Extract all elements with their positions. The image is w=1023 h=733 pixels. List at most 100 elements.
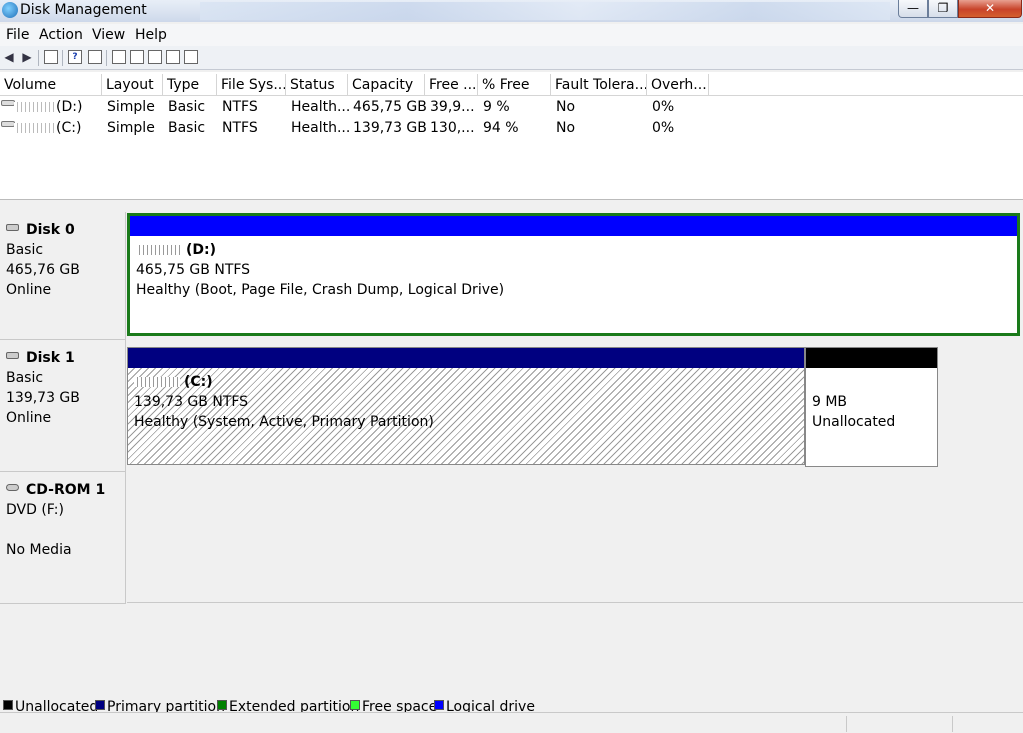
column-header-filesystem[interactable]: File Sys... bbox=[217, 74, 286, 96]
disk-management-icon bbox=[2, 2, 18, 18]
legend-swatch bbox=[3, 700, 13, 710]
rescan-disks-icon[interactable] bbox=[130, 50, 144, 64]
toolbar-separator bbox=[38, 50, 39, 66]
filesystem-cell: NTFS bbox=[222, 120, 258, 136]
legend-logical-drive: Logical drive bbox=[434, 698, 535, 712]
partition-name: (C:) bbox=[134, 372, 798, 392]
column-header-type[interactable]: Type bbox=[163, 74, 217, 96]
partition-details: 9 MB Unallocated bbox=[806, 368, 937, 466]
legend-extended-partition: Extended partition bbox=[217, 698, 359, 712]
partition-name: (D:) bbox=[136, 240, 1011, 260]
logical-drive-bar bbox=[130, 216, 1017, 236]
percent-free-cell: 9 % bbox=[483, 99, 510, 115]
menu-action[interactable]: Action bbox=[39, 27, 83, 43]
redacted-label bbox=[14, 102, 54, 112]
minimize-button[interactable]: — bbox=[898, 0, 928, 18]
partition-details: (D:) 465,75 GB NTFS Healthy (Boot, Page … bbox=[130, 236, 1017, 333]
menu-file[interactable]: File bbox=[6, 27, 29, 43]
divider bbox=[127, 602, 1023, 603]
column-header-volume[interactable]: Volume bbox=[0, 74, 102, 96]
overhead-cell: 0% bbox=[652, 99, 675, 115]
disk-type: Basic bbox=[6, 370, 44, 386]
status-cell: Health... bbox=[291, 99, 351, 115]
cdrom-media-status: No Media bbox=[6, 542, 72, 558]
column-header-free-space[interactable]: Free ... bbox=[425, 74, 478, 96]
legend-primary-partition: Primary partition bbox=[95, 698, 225, 712]
disk-icon bbox=[6, 352, 19, 359]
help-icon[interactable]: ? bbox=[68, 50, 82, 64]
properties-icon[interactable] bbox=[88, 50, 102, 64]
fault-tolerance-cell: No bbox=[556, 120, 576, 136]
status-bar-separator bbox=[846, 716, 847, 732]
close-button[interactable]: ✕ bbox=[958, 0, 1022, 18]
open-icon[interactable] bbox=[148, 50, 162, 64]
partition-c[interactable]: (C:) 139,73 GB NTFS Healthy (System, Act… bbox=[127, 347, 805, 465]
disk-graphical-view[interactable]: Disk 0 Basic 465,76 GB Online (D:) 465,7… bbox=[0, 204, 1023, 604]
legend-free-space: Free space bbox=[350, 698, 437, 712]
volume-row-c[interactable]: (C:) Simple Basic NTFS Health... 139,73 … bbox=[0, 118, 1023, 139]
volume-row-d[interactable]: (D:) Simple Basic NTFS Health... 465,75 … bbox=[0, 97, 1023, 118]
unallocated-space[interactable]: 9 MB Unallocated bbox=[805, 347, 938, 467]
search-icon[interactable] bbox=[166, 50, 180, 64]
menu-bar: File Action View Help bbox=[0, 24, 1023, 46]
settings-icon[interactable] bbox=[184, 50, 198, 64]
toolbar-separator bbox=[62, 50, 63, 66]
disk-1-label[interactable]: Disk 1 Basic 139,73 GB Online bbox=[0, 340, 126, 472]
toolbar: ◀ ▶ ? bbox=[0, 46, 1023, 70]
show-hide-console-tree-icon[interactable] bbox=[44, 50, 58, 64]
refresh-icon[interactable] bbox=[112, 50, 126, 64]
type-cell: Basic bbox=[168, 120, 206, 136]
legend: Unallocated Primary partition Extended p… bbox=[0, 698, 1023, 712]
disk-0-label[interactable]: Disk 0 Basic 465,76 GB Online bbox=[0, 212, 126, 340]
column-header-percent-free[interactable]: % Free bbox=[478, 74, 551, 96]
column-header-status[interactable]: Status bbox=[286, 74, 348, 96]
disk-size: 139,73 GB bbox=[6, 390, 80, 406]
layout-cell: Simple bbox=[107, 99, 155, 115]
disk-state: Online bbox=[6, 282, 52, 298]
back-arrow-icon[interactable]: ◀ bbox=[2, 50, 16, 64]
status-bar-separator bbox=[952, 716, 953, 732]
column-header-capacity[interactable]: Capacity bbox=[348, 74, 425, 96]
disk-icon bbox=[6, 224, 19, 231]
maximize-button[interactable]: ❐ bbox=[928, 0, 958, 18]
overhead-cell: 0% bbox=[652, 120, 675, 136]
free-space-cell: 130,... bbox=[430, 120, 475, 136]
column-header-overhead[interactable]: Overh... bbox=[647, 74, 709, 96]
partition-status: Healthy (System, Active, Primary Partiti… bbox=[134, 414, 434, 430]
redacted-label bbox=[136, 245, 182, 255]
legend-swatch bbox=[95, 700, 105, 710]
percent-free-cell: 94 % bbox=[483, 120, 519, 136]
cdrom-spacer bbox=[6, 520, 125, 540]
filesystem-cell: NTFS bbox=[222, 99, 258, 115]
forward-arrow-icon[interactable]: ▶ bbox=[20, 50, 34, 64]
free-space-cell: 39,9... bbox=[430, 99, 475, 115]
unallocated-size: 9 MB bbox=[812, 394, 848, 410]
disk-name: Disk 1 bbox=[6, 348, 125, 368]
disk-size: 465,76 GB bbox=[6, 262, 80, 278]
title-bar: Disk Management — ❐ ✕ bbox=[0, 0, 1023, 22]
partition-details: (C:) 139,73 GB NTFS Healthy (System, Act… bbox=[128, 368, 804, 464]
primary-partition-bar bbox=[128, 348, 804, 368]
fault-tolerance-cell: No bbox=[556, 99, 576, 115]
partition-size-fs: 465,75 GB NTFS bbox=[136, 262, 251, 278]
column-header-fault-tolerance[interactable]: Fault Tolera... bbox=[551, 74, 647, 96]
legend-swatch bbox=[350, 700, 360, 710]
status-bar bbox=[0, 712, 1023, 733]
menu-view[interactable]: View bbox=[92, 27, 125, 43]
cdrom-1-label[interactable]: CD-ROM 1 DVD (F:) No Media bbox=[0, 472, 126, 604]
volume-list[interactable]: Volume Layout Type File Sys... Status Ca… bbox=[0, 72, 1023, 200]
cdrom-icon bbox=[6, 484, 19, 491]
menu-help[interactable]: Help bbox=[135, 27, 167, 43]
cdrom-drive: DVD (F:) bbox=[6, 502, 64, 518]
partition-d[interactable]: (D:) 465,75 GB NTFS Healthy (Boot, Page … bbox=[127, 213, 1020, 336]
column-header-layout[interactable]: Layout bbox=[102, 74, 163, 96]
unallocated-bar bbox=[806, 348, 937, 368]
disk-state: Online bbox=[6, 410, 52, 426]
partition-status: Healthy (Boot, Page File, Crash Dump, Lo… bbox=[136, 282, 505, 298]
volume-name-cell: (D:) bbox=[0, 97, 102, 118]
window-title: Disk Management bbox=[20, 2, 147, 18]
disk-name: Disk 0 bbox=[6, 220, 125, 240]
layout-cell: Simple bbox=[107, 120, 155, 136]
blurred-background bbox=[200, 2, 890, 20]
capacity-cell: 139,73 GB bbox=[353, 120, 427, 136]
